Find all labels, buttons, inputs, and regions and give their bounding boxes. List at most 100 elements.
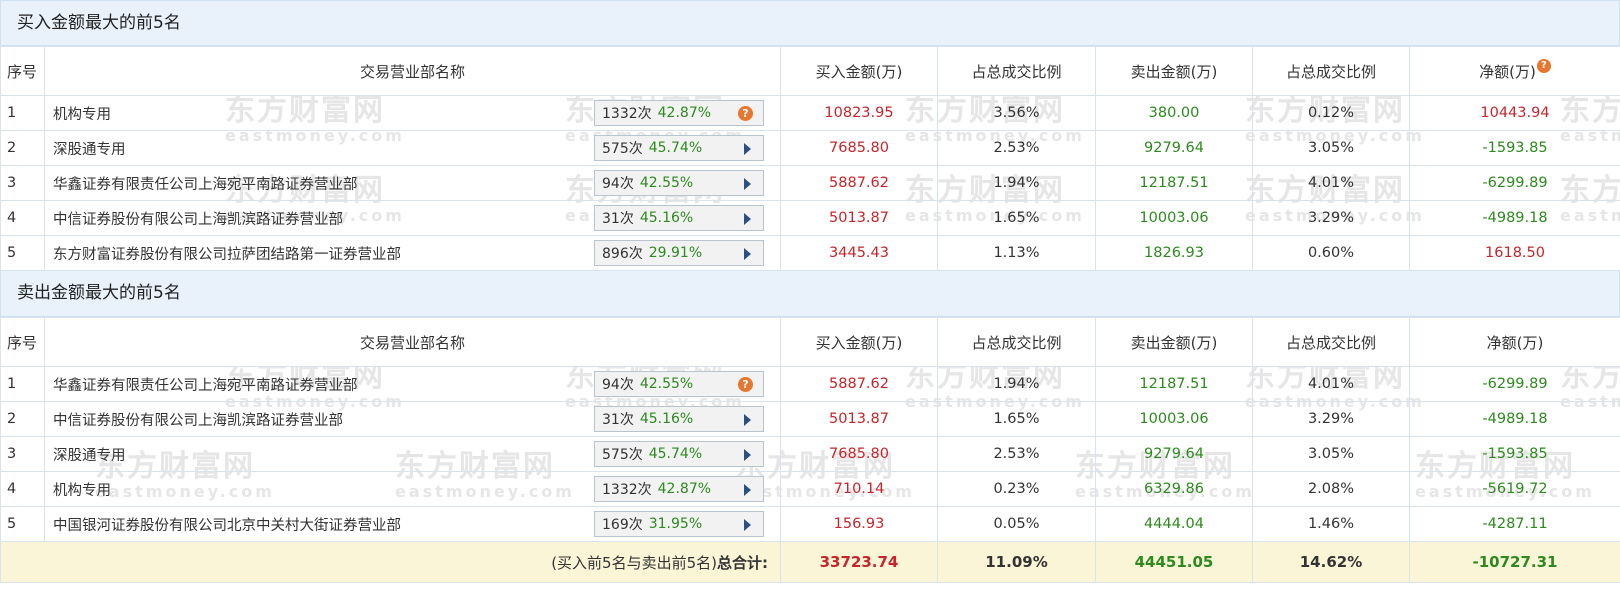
branch-name[interactable]: 华鑫证券有限责任公司上海宛平南路证券营业部 xyxy=(53,378,358,394)
branch-name-cell: 中信证券股份有限公司上海凯滨路证券营业部 31次 45.16% xyxy=(44,200,781,236)
arrow-right-icon[interactable] xyxy=(744,519,751,531)
branch-trade-count: 169次 xyxy=(602,517,643,533)
branch-stats-box[interactable]: 575次 45.74% xyxy=(594,135,764,161)
buy-amount: 7685.80 xyxy=(780,436,938,472)
branch-trade-count: 94次 xyxy=(602,176,634,192)
row-index: 5 xyxy=(0,506,45,542)
branch-name-cell: 中信证券股份有限公司上海凯滨路证券营业部 31次 45.16% xyxy=(44,401,781,437)
branch-win-ratio: 45.16% xyxy=(639,411,694,427)
branch-win-ratio: 29.91% xyxy=(648,245,703,261)
net-amount: -6299.89 xyxy=(1409,366,1620,402)
branch-name[interactable]: 中国银河证券股份有限公司北京中关村大街证券营业部 xyxy=(53,518,401,534)
branch-win-ratio: 31.95% xyxy=(648,516,703,532)
dragon-tiger-list: 买入金额最大的前5名 序号 交易营业部名称 买入金额(万) 占总成交比例 卖出金… xyxy=(0,0,1620,583)
buy-ratio: 1.65% xyxy=(937,200,1096,236)
branch-trade-count: 94次 xyxy=(602,377,634,393)
table-row: 4 机构专用 1332次 42.87% 710.14 0.23% 6329.86 2.08% -… xyxy=(0,471,1620,507)
net-amount: -4989.18 xyxy=(1409,401,1620,437)
branch-trade-count: 31次 xyxy=(602,412,634,428)
sell-ratio: 0.60% xyxy=(1252,235,1410,271)
branch-name[interactable]: 中信证券股份有限公司上海凯滨路证券营业部 xyxy=(53,413,343,429)
sell-ratio: 2.08% xyxy=(1252,471,1410,507)
branch-stats-box[interactable]: 31次 45.16% xyxy=(594,205,764,231)
col-header-index: 序号 xyxy=(0,46,45,96)
buy-ratio: 2.53% xyxy=(937,436,1096,472)
branch-name-cell: 中国银河证券股份有限公司北京中关村大街证券营业部 169次 31.95% xyxy=(44,506,781,542)
row-index: 1 xyxy=(0,95,45,131)
total-sell-amount: 44451.05 xyxy=(1095,541,1253,583)
buy-ratio: 1.13% xyxy=(937,235,1096,271)
table-row: 3 华鑫证券有限责任公司上海宛平南路证券营业部 94次 42.55% 5887.62 1.… xyxy=(0,165,1620,201)
sell-ratio: 3.05% xyxy=(1252,436,1410,472)
col-header-net-amount: 净额(万) xyxy=(1409,317,1620,367)
branch-stats-box[interactable]: 575次 45.74% xyxy=(594,441,764,467)
col-header-net-amount: 净额(万)? xyxy=(1409,46,1620,96)
branch-name[interactable]: 东方财富证券股份有限公司拉萨团结路第一证券营业部 xyxy=(53,247,401,263)
col-header-sell-amount: 卖出金额(万) xyxy=(1095,46,1253,96)
net-amount: -1593.85 xyxy=(1409,130,1620,166)
table-header-row: 序号 交易营业部名称 买入金额(万) 占总成交比例 卖出金额(万) 占总成交比例… xyxy=(0,317,1620,367)
total-label-prefix: (买入前5名与卖出前5名) xyxy=(551,553,717,572)
total-label: (买入前5名与卖出前5名)总合计: xyxy=(0,541,781,583)
arrow-right-icon[interactable] xyxy=(744,449,751,461)
sell-amount: 12187.51 xyxy=(1095,165,1253,201)
branch-stats-box[interactable]: 169次 31.95% xyxy=(594,511,764,537)
branch-win-ratio: 42.55% xyxy=(639,376,694,392)
table-row: 1 机构专用 1332次 42.87%? 10823.95 3.56% 380.00 0.12… xyxy=(0,95,1620,131)
total-net-amount: -10727.31 xyxy=(1409,541,1620,583)
buy-amount: 5013.87 xyxy=(780,401,938,437)
branch-name[interactable]: 深股通专用 xyxy=(53,448,126,464)
table-row: 1 华鑫证券有限责任公司上海宛平南路证券营业部 94次 42.55%? 5887.62 1… xyxy=(0,366,1620,402)
branch-stats-box[interactable]: 1332次 42.87% xyxy=(594,476,764,502)
col-header-buy-amount: 买入金额(万) xyxy=(780,317,938,367)
branch-stats-box[interactable]: 94次 42.55%? xyxy=(594,371,764,397)
arrow-right-icon[interactable] xyxy=(744,178,751,190)
sell-section-title: 卖出金额最大的前5名 xyxy=(0,271,1620,317)
buy-ratio: 2.53% xyxy=(937,130,1096,166)
branch-stats-box[interactable]: 31次 45.16% xyxy=(594,406,764,432)
sell-amount: 380.00 xyxy=(1095,95,1253,131)
branch-stats-box[interactable]: 1332次 42.87%? xyxy=(594,100,764,126)
buy-ratio: 0.23% xyxy=(937,471,1096,507)
branch-name[interactable]: 机构专用 xyxy=(53,483,111,499)
branch-stats-box[interactable]: 94次 42.55% xyxy=(594,170,764,196)
buy-ratio: 0.05% xyxy=(937,506,1096,542)
branch-name[interactable]: 深股通专用 xyxy=(53,142,126,158)
arrow-right-icon[interactable] xyxy=(744,213,751,225)
branch-name[interactable]: 机构专用 xyxy=(53,107,111,123)
arrow-right-icon[interactable] xyxy=(744,414,751,426)
arrow-right-icon[interactable] xyxy=(744,248,751,260)
arrow-right-icon[interactable] xyxy=(744,143,751,155)
branch-name-cell: 深股通专用 575次 45.74% xyxy=(44,130,781,166)
help-icon[interactable]: ? xyxy=(738,377,753,392)
row-index: 4 xyxy=(0,200,45,236)
sell-ratio: 3.29% xyxy=(1252,401,1410,437)
arrow-right-icon[interactable] xyxy=(744,484,751,496)
row-index: 3 xyxy=(0,165,45,201)
help-icon[interactable]: ? xyxy=(738,106,753,121)
branch-name[interactable]: 中信证券股份有限公司上海凯滨路证券营业部 xyxy=(53,212,343,228)
branch-name-cell: 机构专用 1332次 42.87% xyxy=(44,471,781,507)
branch-win-ratio: 42.55% xyxy=(639,175,694,191)
buy-amount: 156.93 xyxy=(780,506,938,542)
sell-ratio: 1.46% xyxy=(1252,506,1410,542)
sell-ratio: 4.01% xyxy=(1252,165,1410,201)
col-header-branch-name: 交易营业部名称 xyxy=(44,317,781,367)
branch-stats-box[interactable]: 896次 29.91% xyxy=(594,240,764,266)
branch-name[interactable]: 华鑫证券有限责任公司上海宛平南路证券营业部 xyxy=(53,177,358,193)
sell-amount: 6329.86 xyxy=(1095,471,1253,507)
sell-ratio: 4.01% xyxy=(1252,366,1410,402)
col-header-sell-amount: 卖出金额(万) xyxy=(1095,317,1253,367)
col-header-net-label: 净额(万) xyxy=(1479,62,1536,81)
net-help-icon[interactable]: ? xyxy=(1536,58,1551,73)
buy-ratio: 1.65% xyxy=(937,401,1096,437)
table-row: 5 中国银河证券股份有限公司北京中关村大街证券营业部 169次 31.95% 156.9… xyxy=(0,506,1620,542)
branch-name-cell: 华鑫证券有限责任公司上海宛平南路证券营业部 94次 42.55%? xyxy=(44,366,781,402)
sell-ratio: 3.05% xyxy=(1252,130,1410,166)
col-header-buy-ratio: 占总成交比例 xyxy=(937,46,1096,96)
col-header-buy-amount: 买入金额(万) xyxy=(780,46,938,96)
branch-name-cell: 机构专用 1332次 42.87%? xyxy=(44,95,781,131)
buy-amount: 7685.80 xyxy=(780,130,938,166)
total-sell-ratio: 14.62% xyxy=(1252,541,1410,583)
table-row: 4 中信证券股份有限公司上海凯滨路证券营业部 31次 45.16% 5013.87 1.6… xyxy=(0,200,1620,236)
